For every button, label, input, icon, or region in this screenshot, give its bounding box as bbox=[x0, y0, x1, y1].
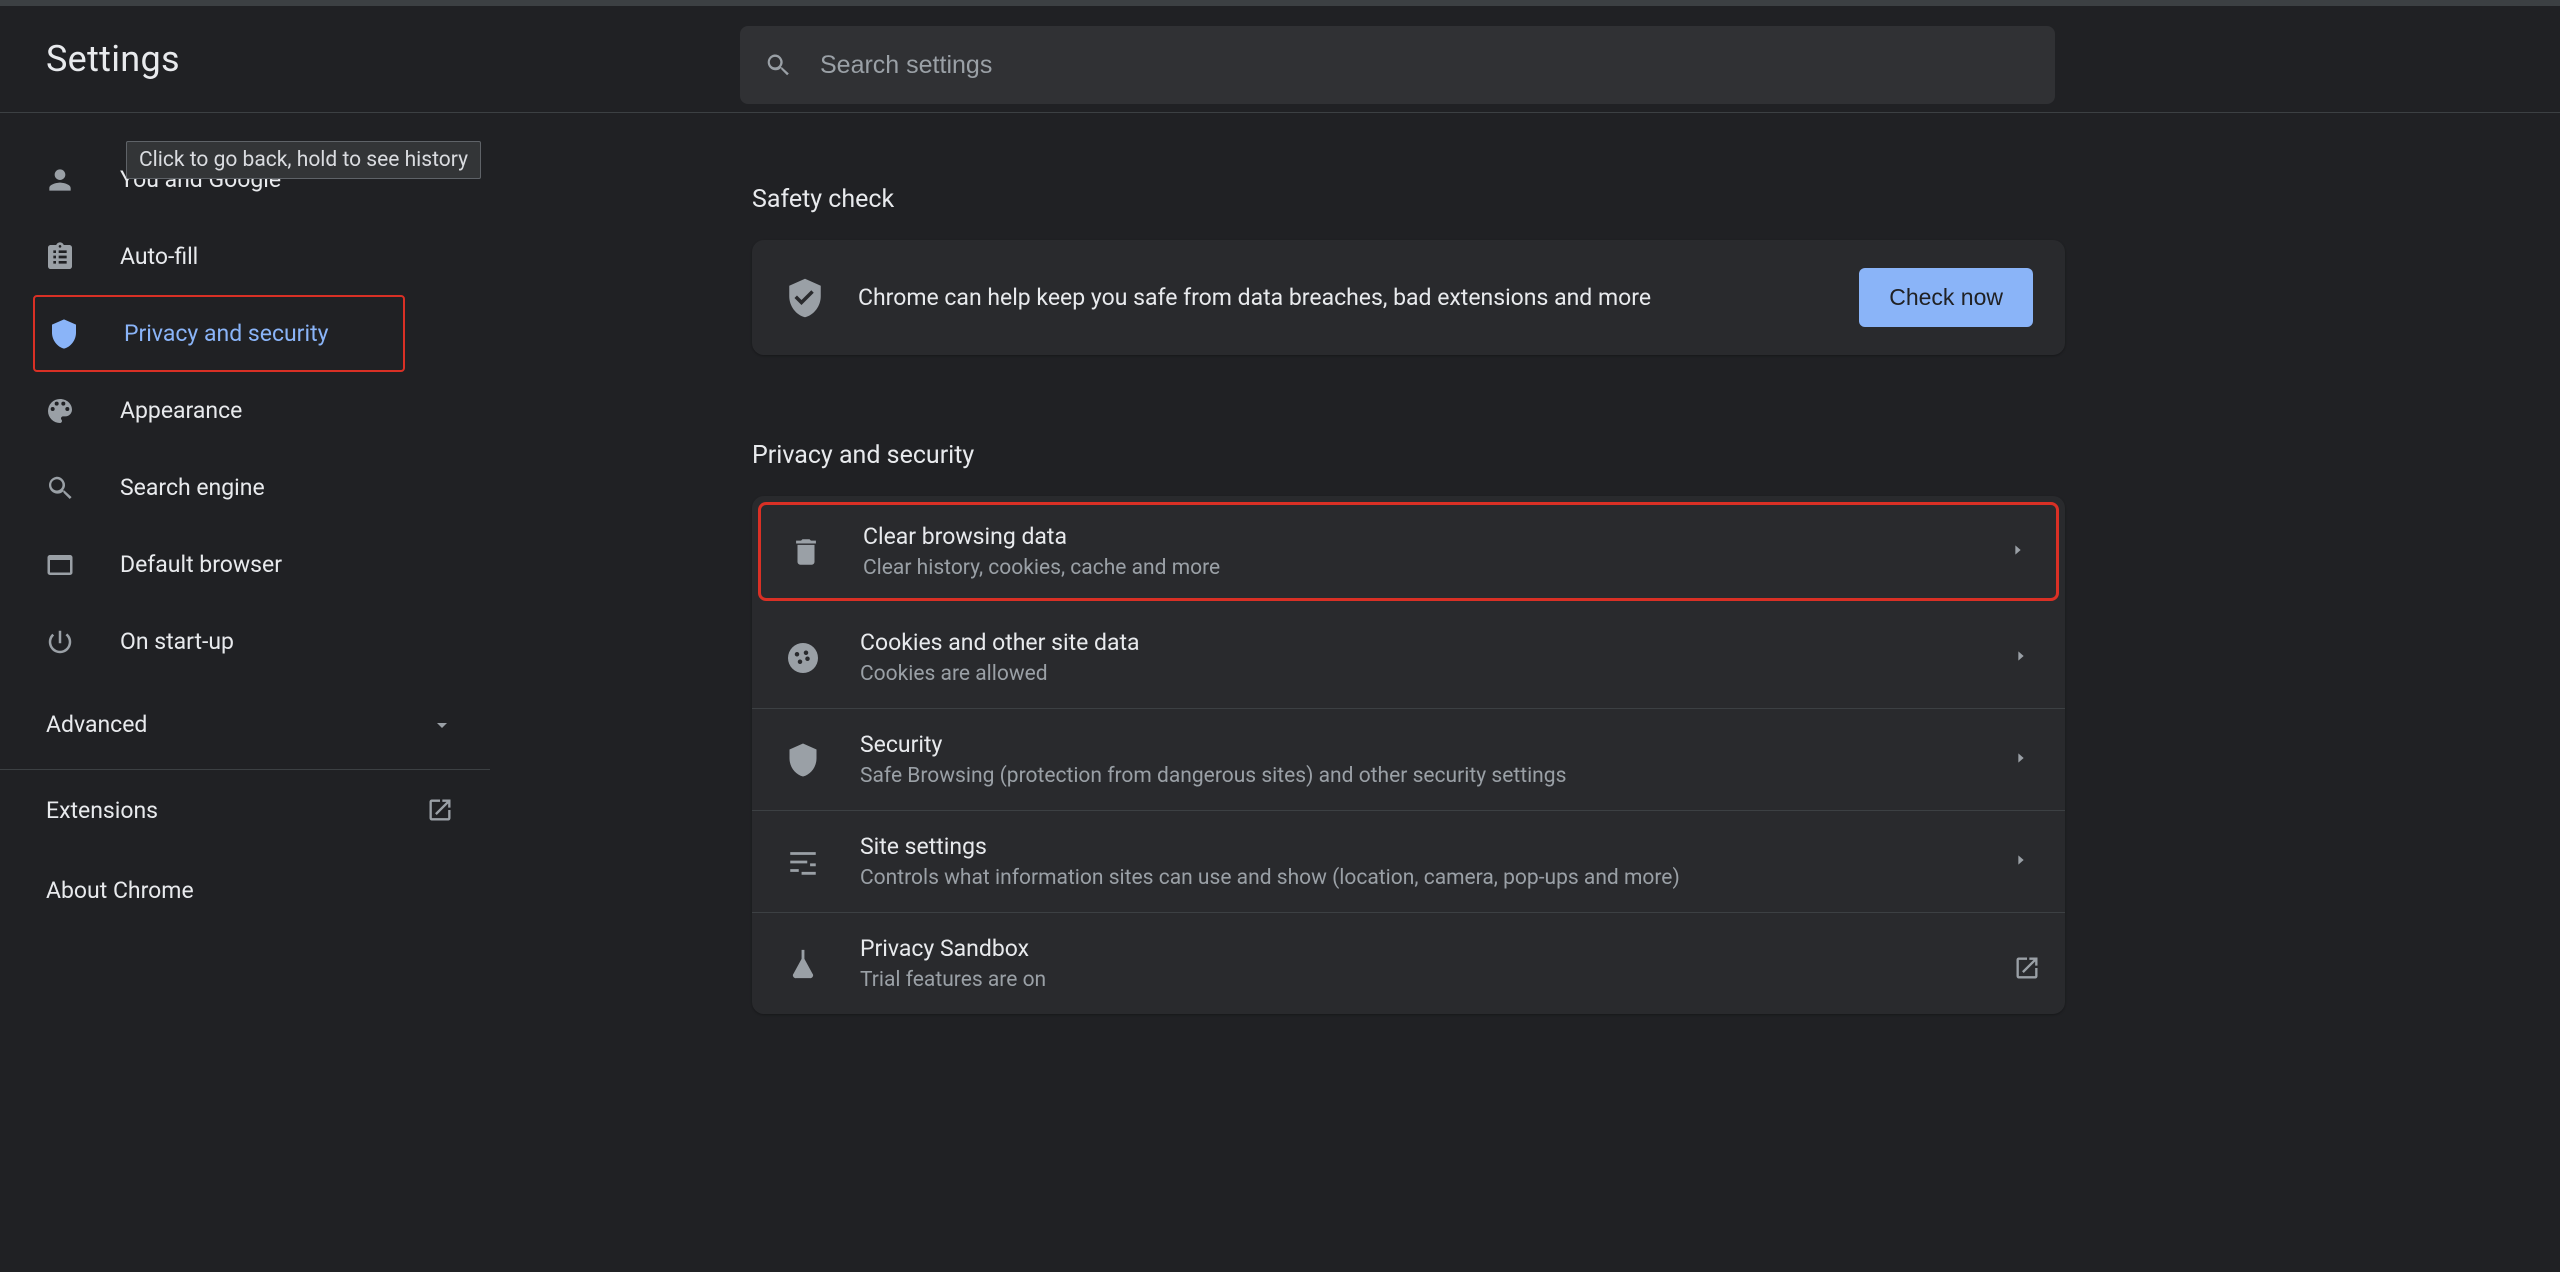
sidebar: You and Google Auto-fill Privacy and sec… bbox=[0, 113, 490, 1272]
flask-icon bbox=[784, 945, 822, 983]
row-clear-browsing-data[interactable]: Clear browsing data Clear history, cooki… bbox=[758, 502, 2059, 601]
row-title: Clear browsing data bbox=[863, 523, 2010, 550]
sidebar-advanced-label: Advanced bbox=[46, 711, 147, 738]
cookie-icon bbox=[784, 639, 822, 677]
row-subtitle: Safe Browsing (protection from dangerous… bbox=[860, 764, 2013, 788]
sidebar-item-label: On start-up bbox=[120, 628, 234, 655]
page-title: Settings bbox=[46, 38, 180, 80]
safety-check-card: Chrome can help keep you safe from data … bbox=[752, 240, 2065, 355]
sidebar-advanced-toggle[interactable]: Advanced bbox=[0, 680, 490, 770]
clipboard-icon bbox=[42, 239, 78, 275]
row-privacy-sandbox[interactable]: Privacy Sandbox Trial features are on bbox=[752, 913, 2065, 1014]
row-title: Cookies and other site data bbox=[860, 629, 2013, 656]
sliders-icon bbox=[784, 843, 822, 881]
row-subtitle: Trial features are on bbox=[860, 968, 2013, 992]
sidebar-item-default-browser[interactable]: Default browser bbox=[0, 526, 478, 603]
sidebar-item-label: Appearance bbox=[120, 397, 242, 424]
shield-check-icon bbox=[784, 277, 826, 319]
shield-icon bbox=[784, 741, 822, 779]
search-input[interactable] bbox=[820, 51, 2031, 80]
row-subtitle: Clear history, cookies, cache and more bbox=[863, 556, 2010, 580]
search-icon bbox=[42, 470, 78, 506]
privacy-security-card: Clear browsing data Clear history, cooki… bbox=[752, 496, 2065, 1014]
row-title: Security bbox=[860, 731, 2013, 758]
search-container bbox=[740, 26, 2055, 104]
sidebar-about-label: About Chrome bbox=[46, 877, 194, 904]
content: Safety check Chrome can help keep you sa… bbox=[490, 113, 2560, 1272]
browser-icon bbox=[42, 547, 78, 583]
row-security[interactable]: Security Safe Browsing (protection from … bbox=[752, 709, 2065, 811]
check-now-button[interactable]: Check now bbox=[1859, 268, 2033, 327]
row-cookies[interactable]: Cookies and other site data Cookies are … bbox=[752, 607, 2065, 709]
sidebar-item-autofill[interactable]: Auto-fill bbox=[0, 218, 478, 295]
sidebar-item-search-engine[interactable]: Search engine bbox=[0, 449, 478, 526]
chevron-right-icon bbox=[2010, 542, 2030, 562]
sidebar-item-label: Auto-fill bbox=[120, 243, 198, 270]
trash-icon bbox=[787, 533, 825, 571]
sidebar-item-privacy-security[interactable]: Privacy and security bbox=[33, 295, 405, 372]
power-icon bbox=[42, 624, 78, 660]
row-title: Privacy Sandbox bbox=[860, 935, 2013, 962]
sidebar-about-link[interactable]: About Chrome bbox=[0, 850, 490, 930]
sidebar-item-label: Default browser bbox=[120, 551, 282, 578]
safety-check-text: Chrome can help keep you safe from data … bbox=[858, 284, 1859, 311]
back-tooltip: Click to go back, hold to see history bbox=[126, 141, 481, 179]
row-title: Site settings bbox=[860, 833, 2013, 860]
search-icon bbox=[764, 51, 792, 79]
external-link-icon bbox=[426, 796, 454, 824]
safety-check-heading: Safety check bbox=[752, 185, 2560, 214]
chevron-right-icon bbox=[2013, 648, 2033, 668]
row-subtitle: Controls what information sites can use … bbox=[860, 866, 2013, 890]
shield-icon bbox=[46, 316, 82, 352]
chevron-right-icon bbox=[2013, 750, 2033, 770]
chevron-right-icon bbox=[2013, 852, 2033, 872]
sidebar-item-label: Privacy and security bbox=[124, 320, 328, 347]
sidebar-item-appearance[interactable]: Appearance bbox=[0, 372, 478, 449]
privacy-security-heading: Privacy and security bbox=[752, 441, 2560, 470]
row-subtitle: Cookies are allowed bbox=[860, 662, 2013, 686]
external-link-icon bbox=[2013, 954, 2033, 974]
person-icon bbox=[42, 162, 78, 198]
sidebar-item-label: Search engine bbox=[120, 474, 265, 501]
sidebar-item-on-startup[interactable]: On start-up bbox=[0, 603, 478, 680]
sidebar-extensions-link[interactable]: Extensions bbox=[0, 770, 490, 850]
sidebar-extensions-label: Extensions bbox=[46, 797, 158, 824]
row-site-settings[interactable]: Site settings Controls what information … bbox=[752, 811, 2065, 913]
chevron-down-icon bbox=[430, 713, 454, 737]
palette-icon bbox=[42, 393, 78, 429]
